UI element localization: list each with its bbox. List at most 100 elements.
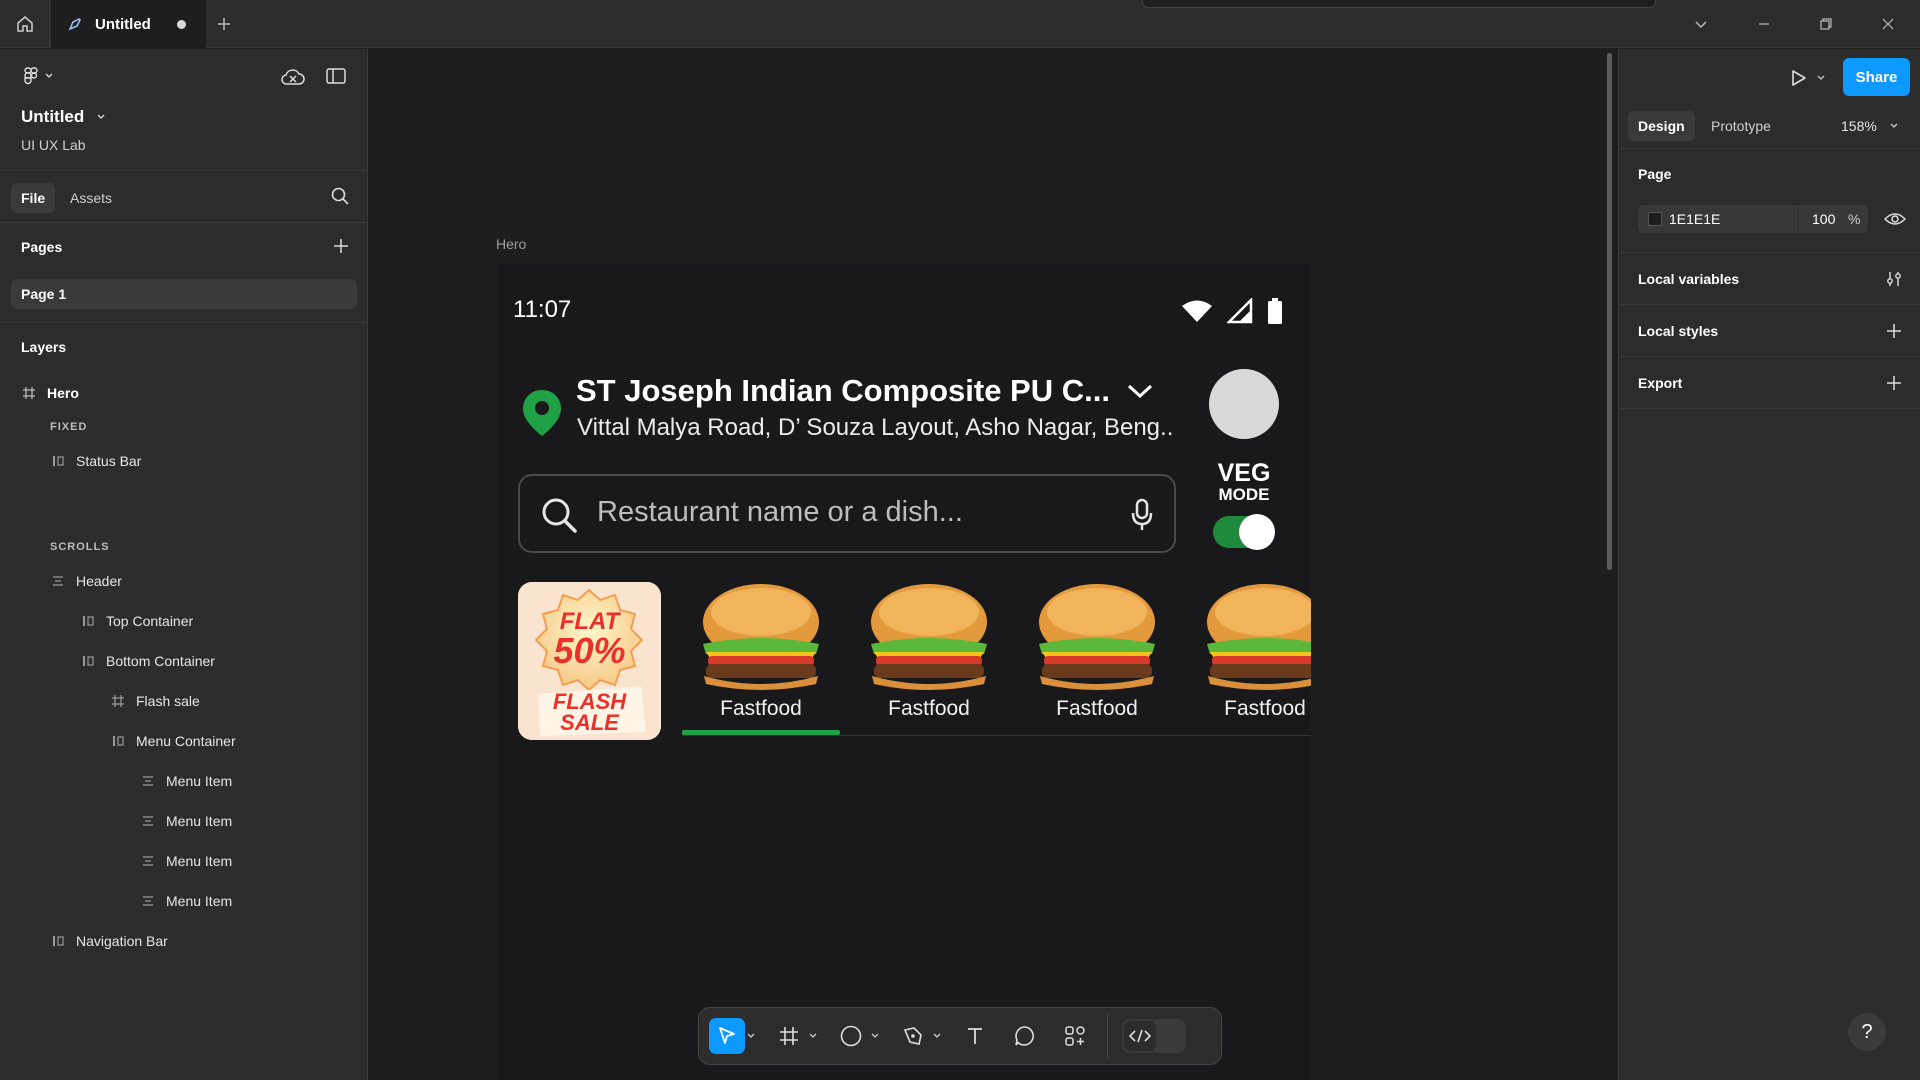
text-tool[interactable] bbox=[957, 1018, 993, 1054]
avatar[interactable] bbox=[1209, 369, 1279, 439]
new-tab-button[interactable] bbox=[212, 12, 236, 36]
layer-label: Menu Item bbox=[166, 773, 233, 789]
microphone-icon[interactable] bbox=[1130, 498, 1154, 532]
left-panel: Untitled UI UX Lab File Assets Pages Pag… bbox=[0, 49, 368, 1080]
share-button[interactable]: Share bbox=[1843, 58, 1910, 96]
unsaved-dot bbox=[177, 19, 186, 29]
auto-layout-vertical-icon bbox=[140, 853, 156, 869]
export-section[interactable]: Export bbox=[1619, 358, 1920, 409]
location-title-button[interactable]: ST Joseph Indian Composite PU C... bbox=[576, 373, 1154, 409]
canvas[interactable]: Hero 11:07 ST Joseph Indian Composite PU… bbox=[369, 49, 1617, 1080]
dev-mode-toggle[interactable] bbox=[1122, 1019, 1186, 1053]
chevron-down-icon bbox=[871, 1033, 879, 1038]
add-page-button[interactable] bbox=[332, 237, 350, 260]
layer-menu-item[interactable]: Menu Item bbox=[140, 768, 232, 794]
move-tool-menu[interactable] bbox=[745, 1018, 757, 1054]
shape-tool[interactable] bbox=[833, 1018, 869, 1054]
team-name[interactable]: UI UX Lab bbox=[21, 137, 86, 153]
layer-top-container[interactable]: Top Container bbox=[80, 608, 193, 634]
page-color-field[interactable]: 1E1E1E 100 % bbox=[1638, 205, 1868, 233]
cellular-signal-icon bbox=[1227, 298, 1253, 324]
move-tool[interactable] bbox=[709, 1018, 745, 1054]
sidebar-icon bbox=[326, 68, 346, 84]
layer-label: Menu Item bbox=[166, 893, 233, 909]
file-tab[interactable]: Untitled bbox=[51, 0, 206, 48]
layer-label: Navigation Bar bbox=[76, 933, 168, 949]
home-icon bbox=[16, 16, 33, 32]
auto-layout-vertical-icon bbox=[140, 893, 156, 909]
local-variables-section[interactable]: Local variables bbox=[1619, 254, 1920, 305]
layer-hero[interactable]: Hero bbox=[21, 380, 79, 406]
minimize-button[interactable] bbox=[1752, 12, 1776, 36]
tab-design[interactable]: Design bbox=[1628, 111, 1695, 141]
restaurant-search-box[interactable]: Restaurant name or a dish... bbox=[518, 474, 1176, 553]
frame-label[interactable]: Hero bbox=[496, 236, 526, 252]
left-tabs: File Assets bbox=[0, 172, 368, 223]
home-button[interactable] bbox=[0, 0, 50, 48]
layer-menu-container[interactable]: Menu Container bbox=[110, 728, 236, 754]
flash-sale-tile[interactable]: FLAT 50% FLASH SALE bbox=[518, 582, 661, 740]
layer-status-bar[interactable]: Status Bar bbox=[50, 448, 141, 474]
scrolls-label: SCROLLS bbox=[50, 541, 110, 553]
layers-search-button[interactable] bbox=[330, 186, 350, 211]
offline-status-button[interactable] bbox=[280, 66, 306, 93]
zoom-dropdown[interactable]: 158% bbox=[1841, 111, 1899, 141]
auto-layout-vertical-icon bbox=[140, 773, 156, 789]
search-placeholder: Restaurant name or a dish... bbox=[597, 496, 963, 528]
layer-header[interactable]: Header bbox=[50, 568, 122, 594]
menu-item[interactable]: Fastfood bbox=[854, 582, 1004, 732]
wifi-icon bbox=[1182, 300, 1212, 322]
layer-label: Bottom Container bbox=[106, 653, 215, 669]
frame-tool-menu[interactable] bbox=[807, 1018, 819, 1054]
pen-tool[interactable] bbox=[895, 1018, 931, 1054]
tabs-dropdown-button[interactable] bbox=[1689, 12, 1713, 36]
hero-frame[interactable]: 11:07 ST Joseph Indian Composite PU C...… bbox=[497, 264, 1311, 1080]
menu-item[interactable]: Fastfood bbox=[1022, 582, 1172, 732]
comment-tool[interactable] bbox=[1007, 1018, 1043, 1054]
menu-item[interactable]: Fastfood bbox=[1190, 582, 1311, 732]
menu-item[interactable]: Fastfood bbox=[686, 582, 836, 732]
layer-label: Top Container bbox=[106, 613, 194, 629]
chevron-down-icon bbox=[1817, 75, 1825, 80]
chevron-down-icon bbox=[809, 1033, 817, 1038]
eye-icon[interactable] bbox=[1884, 211, 1906, 227]
layer-label: Hero bbox=[47, 385, 79, 401]
color-swatch[interactable] bbox=[1648, 212, 1662, 226]
layer-menu-item[interactable]: Menu Item bbox=[140, 888, 232, 914]
layer-flash-sale[interactable]: Flash sale bbox=[110, 688, 200, 714]
restore-button[interactable] bbox=[1814, 12, 1838, 36]
toggle-sidebar-button[interactable] bbox=[325, 66, 347, 91]
help-button[interactable]: ? bbox=[1848, 1013, 1886, 1051]
veg-mode-line2: MODE bbox=[1218, 485, 1270, 504]
page-color-value[interactable]: 1E1E1E bbox=[1669, 211, 1720, 227]
pen-tool-menu[interactable] bbox=[931, 1018, 943, 1054]
page-item-page-1[interactable]: Page 1 bbox=[11, 279, 357, 309]
frame-tool[interactable] bbox=[771, 1018, 807, 1054]
canvas-scrollbar[interactable] bbox=[1607, 53, 1612, 570]
plus-icon[interactable] bbox=[1886, 375, 1902, 391]
main-menu-button[interactable] bbox=[22, 66, 54, 86]
close-window-button[interactable] bbox=[1876, 12, 1900, 36]
variables-settings-icon[interactable] bbox=[1885, 270, 1903, 288]
veg-mode-toggle[interactable] bbox=[1213, 514, 1275, 550]
layer-navigation-bar[interactable]: Navigation Bar bbox=[50, 928, 168, 954]
zoom-value: 158% bbox=[1841, 118, 1877, 134]
tab-prototype[interactable]: Prototype bbox=[1701, 111, 1781, 141]
title-bar: Untitled bbox=[0, 0, 1920, 48]
file-name-button[interactable]: Untitled bbox=[21, 107, 106, 127]
dev-mode-knob bbox=[1124, 1021, 1156, 1051]
tab-file[interactable]: File bbox=[11, 183, 56, 213]
actions-tool[interactable] bbox=[1057, 1018, 1093, 1054]
present-button[interactable] bbox=[1788, 68, 1826, 88]
comment-icon bbox=[1015, 1026, 1034, 1046]
location-title: ST Joseph Indian Composite PU C... bbox=[576, 373, 1110, 408]
page-opacity-value[interactable]: 100 bbox=[1812, 211, 1835, 227]
plus-icon[interactable] bbox=[1886, 323, 1902, 339]
layer-menu-item[interactable]: Menu Item bbox=[140, 848, 232, 874]
local-styles-section[interactable]: Local styles bbox=[1619, 306, 1920, 357]
layer-menu-item[interactable]: Menu Item bbox=[140, 808, 232, 834]
layer-bottom-container[interactable]: Bottom Container bbox=[80, 648, 215, 674]
shape-tool-menu[interactable] bbox=[869, 1018, 881, 1054]
tab-assets[interactable]: Assets bbox=[60, 183, 122, 213]
file-name: Untitled bbox=[21, 107, 85, 126]
